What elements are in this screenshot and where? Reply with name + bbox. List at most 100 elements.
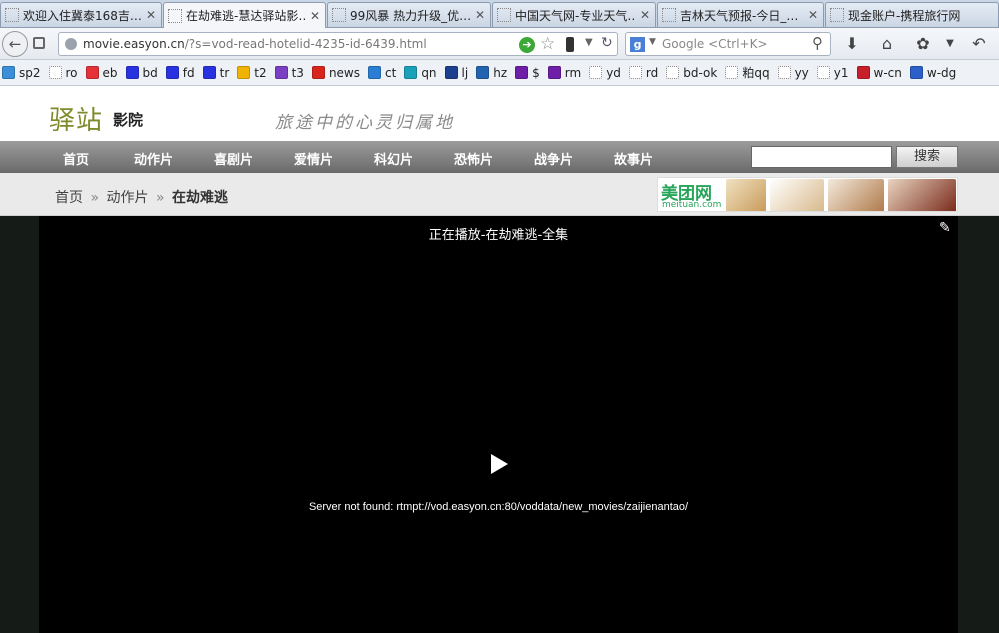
site-identity-icon[interactable] bbox=[65, 38, 77, 50]
search-placeholder[interactable]: Google <Ctrl+K> bbox=[662, 37, 768, 51]
bookmark-label: yd bbox=[606, 65, 621, 80]
reload-icon[interactable]: ↻ bbox=[601, 35, 613, 51]
search-engine-box[interactable]: g ▼ Google <Ctrl+K> ⚲ bbox=[625, 32, 831, 56]
bookmarks-toolbar: sp2 ro eb bd fd tr t2 t3 news ct qn lj hz $ rm yd rd bd-o… bbox=[0, 60, 999, 86]
undo-close-tab-icon[interactable]: ↶ bbox=[968, 33, 990, 55]
weather-icon bbox=[856, 66, 870, 79]
nav-item[interactable]: 动作片 bbox=[134, 149, 173, 168]
browser-tab[interactable]: 99风暴 热力升级_优… ✕ bbox=[327, 2, 491, 27]
bookmark-label: w-dg bbox=[926, 65, 957, 80]
site-logo[interactable]: 驿站 bbox=[49, 100, 103, 137]
mobile-device-icon[interactable] bbox=[566, 37, 574, 52]
breadcrumb-home[interactable]: 首页 bbox=[55, 190, 83, 206]
downloads-icon[interactable]: ⬇ bbox=[841, 33, 863, 55]
site-logo-sub[interactable]: 影院 bbox=[113, 109, 143, 130]
url-text[interactable]: movie.easyon.cn/?s=vod-read-hotelid-4235… bbox=[83, 37, 427, 51]
baidu-paw-icon bbox=[165, 66, 179, 79]
bookmark-item[interactable]: t3 bbox=[274, 66, 304, 80]
meituan-ad-banner[interactable]: 美团网 meituan.com bbox=[657, 177, 958, 212]
tab-close-icon[interactable]: ✕ bbox=[145, 8, 157, 22]
address-bar[interactable]: movie.easyon.cn/?s=vod-read-hotelid-4235… bbox=[58, 32, 618, 56]
nav-item[interactable]: 科幻片 bbox=[374, 149, 413, 168]
browser-tab[interactable]: 欢迎入住冀泰168吉… ✕ bbox=[0, 2, 162, 27]
blank-page-icon bbox=[777, 66, 791, 79]
tab-favicon-icon bbox=[332, 8, 346, 22]
video-player[interactable]: 正在播放-在劫难逃-全集 ✎ Server not found: rtmpt:/… bbox=[39, 216, 958, 633]
food-photo bbox=[888, 179, 956, 211]
nav-item[interactable]: 战争片 bbox=[534, 149, 573, 168]
now-playing-title: 正在播放-在劫难逃-全集 bbox=[428, 228, 569, 243]
bookmark-item[interactable]: eb bbox=[85, 66, 118, 80]
bookmark-star-icon[interactable]: ☆ bbox=[540, 34, 555, 54]
browser-tab[interactable]: 中国天气网-专业天气… ✕ bbox=[492, 2, 656, 27]
bookmark-item[interactable]: sp2 bbox=[2, 66, 41, 80]
tab-favicon-icon bbox=[5, 8, 19, 22]
blank-page-icon bbox=[816, 66, 830, 79]
blank-page-icon bbox=[666, 66, 680, 79]
tab-title: 现金账户-携程旅行网 bbox=[848, 8, 961, 23]
category-nav: 搜索 首页 动作片 喜剧片 爱情片 科幻片 恐怖片 战争片 故事片 bbox=[0, 141, 999, 173]
nav-item[interactable]: 首页 bbox=[63, 149, 89, 168]
bookmark-item[interactable]: yd bbox=[589, 66, 621, 80]
bookmark-item[interactable]: t2 bbox=[237, 65, 267, 80]
bookmark-item[interactable]: ct bbox=[368, 66, 396, 80]
bookmark-item[interactable]: qn bbox=[404, 66, 437, 80]
browser-tab[interactable]: 吉林天气预报-今日_… ✕ bbox=[657, 2, 824, 27]
url-history-dropdown-icon[interactable]: ▼ bbox=[585, 37, 593, 48]
bookmark-label: $ bbox=[532, 65, 540, 80]
bookmark-item[interactable]: y1 bbox=[816, 66, 849, 80]
back-arrow-icon: ← bbox=[8, 35, 22, 53]
nav-item[interactable]: 故事片 bbox=[614, 149, 653, 168]
play-icon[interactable] bbox=[491, 454, 508, 474]
nav-item[interactable]: 喜剧片 bbox=[214, 149, 253, 168]
tab-close-icon[interactable]: ✕ bbox=[309, 9, 321, 23]
apps-grid-icon[interactable] bbox=[33, 37, 45, 49]
tab-close-icon[interactable]: ✕ bbox=[807, 8, 819, 22]
bookmark-label: t2 bbox=[254, 65, 267, 80]
nav-item[interactable]: 爱情片 bbox=[294, 149, 333, 168]
home-icon[interactable]: ⌂ bbox=[876, 33, 898, 55]
bookmark-item[interactable]: tr bbox=[202, 66, 229, 80]
ad-domain: meituan.com bbox=[662, 200, 722, 210]
back-button[interactable]: ← bbox=[2, 31, 28, 57]
bookmark-label: 粕qq bbox=[742, 66, 770, 80]
site-search-button[interactable]: 搜索 bbox=[896, 146, 958, 168]
tab-close-icon[interactable]: ✕ bbox=[639, 8, 651, 22]
bookmark-label: ro bbox=[65, 65, 78, 80]
bookmark-item[interactable]: rd bbox=[628, 66, 658, 80]
search-magnifier-icon[interactable]: ⚲ bbox=[812, 34, 823, 52]
addon-dropdown-icon[interactable]: ▼ bbox=[939, 33, 961, 55]
food-photo bbox=[828, 179, 884, 211]
bookmark-item[interactable]: $ bbox=[515, 66, 540, 80]
breadcrumb-separator: » bbox=[90, 190, 100, 206]
bookmark-item[interactable]: hz bbox=[476, 66, 507, 80]
bookmark-item[interactable]: fd bbox=[165, 66, 195, 80]
browser-tab[interactable]: 在劫难逃-慧达驿站影… ✕ bbox=[163, 2, 326, 28]
addon-bug-icon[interactable]: ✿ bbox=[912, 33, 934, 55]
browser-tab[interactable]: 现金账户-携程旅行网 bbox=[825, 2, 999, 27]
bookmark-item[interactable]: yy bbox=[777, 66, 809, 80]
breadcrumb: 首页 » 动作片 » 在劫难逃 bbox=[55, 187, 228, 207]
bookmark-item[interactable]: bd bbox=[125, 66, 158, 80]
yahoo-icon bbox=[547, 66, 561, 79]
food-photo bbox=[726, 179, 766, 211]
nav-item[interactable]: 恐怖片 bbox=[454, 149, 493, 168]
breadcrumb-category[interactable]: 动作片 bbox=[106, 190, 148, 206]
bookmark-item[interactable]: w-cn bbox=[856, 66, 902, 80]
bookmark-item[interactable]: lj bbox=[444, 66, 468, 80]
bookmark-item[interactable]: rm bbox=[547, 66, 581, 80]
site-slogan: 旅途中的心灵归属地 bbox=[275, 113, 455, 133]
google-logo-icon[interactable]: g bbox=[630, 37, 645, 52]
hz-icon bbox=[476, 66, 490, 79]
bookmark-item[interactable]: news bbox=[311, 66, 360, 80]
search-engine-dropdown-icon[interactable]: ▼ bbox=[649, 37, 656, 47]
site-search-input[interactable] bbox=[751, 146, 892, 168]
player-settings-icon[interactable]: ✎ bbox=[939, 220, 955, 236]
go-arrow-icon[interactable]: ➔ bbox=[519, 37, 535, 53]
tab-close-icon[interactable]: ✕ bbox=[474, 8, 486, 22]
bookmark-item[interactable]: bd-ok bbox=[666, 66, 717, 80]
bookmark-item[interactable]: w-dg bbox=[909, 65, 957, 80]
bookmark-item[interactable]: ro bbox=[48, 65, 78, 80]
bookmark-item[interactable]: 粕qq bbox=[725, 64, 770, 81]
yahoo-icon bbox=[515, 66, 529, 79]
